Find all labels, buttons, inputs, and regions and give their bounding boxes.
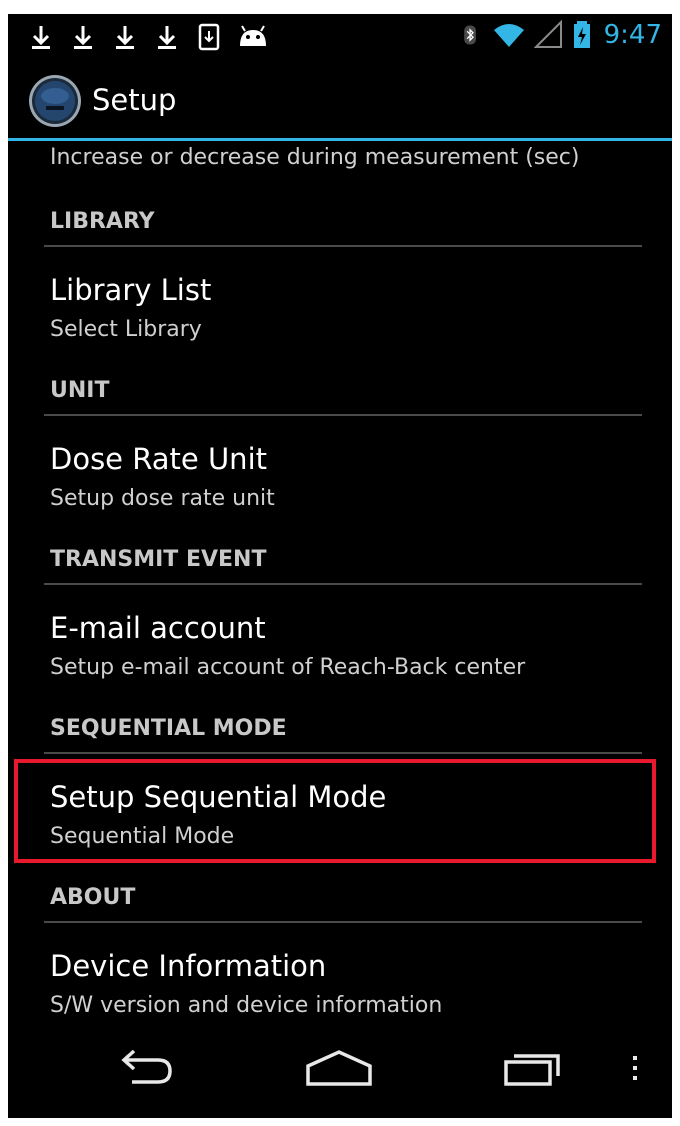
android-icon xyxy=(240,25,266,46)
category-header-library: LIBRARY xyxy=(50,209,155,234)
setting-summary: Setup e-mail account of Reach-Back cente… xyxy=(50,655,526,680)
setting-title: E-mail account xyxy=(50,611,266,645)
category-header-sequential-mode: SEQUENTIAL MODE xyxy=(50,716,287,741)
status-bar: 9:47 xyxy=(8,14,672,58)
category-divider xyxy=(44,921,642,923)
home-icon[interactable] xyxy=(304,1046,374,1090)
status-clock: 9:47 xyxy=(603,20,662,50)
setting-summary: S/W version and device information xyxy=(50,993,443,1018)
category-divider xyxy=(44,583,642,585)
action-bar: Setup xyxy=(8,58,672,138)
previous-item-summary: Increase or decrease during measurement … xyxy=(50,145,580,170)
setting-summary: Setup dose rate unit xyxy=(50,486,275,511)
sd-card-icon xyxy=(198,23,220,51)
category-header-transmit-event: TRANSMIT EVENT xyxy=(50,547,267,572)
category-divider xyxy=(44,245,642,247)
phone-screen: 9:47 Setup Increase or decrease during m… xyxy=(8,14,672,1118)
download-icon xyxy=(158,26,176,49)
category-divider xyxy=(44,752,642,754)
signal-icon xyxy=(533,20,562,48)
setting-summary: Select Library xyxy=(50,317,202,342)
setting-email-account[interactable]: E-mail account Setup e-mail account of R… xyxy=(8,589,672,695)
setting-title: Library List xyxy=(50,273,212,307)
setting-dose-rate-unit[interactable]: Dose Rate Unit Setup dose rate unit xyxy=(8,420,672,526)
category-header-unit: UNIT xyxy=(50,378,110,403)
wifi-icon xyxy=(493,24,524,47)
recent-apps-icon[interactable] xyxy=(500,1046,564,1090)
setting-library-list[interactable]: Library List Select Library xyxy=(8,251,672,357)
download-icon xyxy=(116,26,134,49)
setting-device-information[interactable]: Device Information S/W version and devic… xyxy=(8,927,672,1024)
download-icon xyxy=(74,26,92,49)
battery-charging-icon xyxy=(573,21,590,48)
setting-title: Dose Rate Unit xyxy=(50,442,267,476)
category-divider xyxy=(44,414,642,416)
category-header-about: ABOUT xyxy=(50,885,136,910)
bluetooth-icon xyxy=(463,25,476,45)
navigation-bar xyxy=(8,1024,672,1118)
settings-list[interactable]: Increase or decrease during measurement … xyxy=(8,141,672,1024)
highlight-box xyxy=(14,759,656,863)
app-logo-icon[interactable] xyxy=(28,74,82,128)
setting-title: Device Information xyxy=(50,949,327,983)
overflow-menu-icon[interactable] xyxy=(628,1046,642,1090)
back-icon[interactable] xyxy=(112,1046,176,1090)
page-title: Setup xyxy=(92,83,177,117)
download-icon xyxy=(32,26,50,49)
